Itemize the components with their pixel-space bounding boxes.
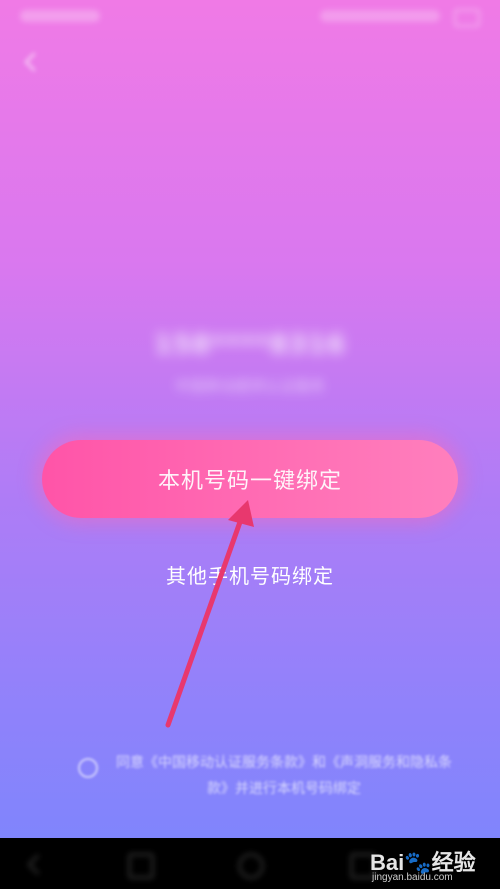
baidu-jingyan-watermark: Bai🐾经验 jingyan.baidu.com [370, 845, 490, 885]
battery-icon [454, 9, 480, 27]
one-click-bind-label: 本机号码一键绑定 [157, 469, 342, 494]
auth-provider-text: 中国移动提供认证服务 [174, 377, 325, 395]
nav-recent-icon[interactable] [128, 853, 154, 879]
other-number-bind-link[interactable]: 其他手机号码绑定 [0, 560, 500, 589]
one-click-bind-button[interactable]: 本机号码一键绑定 [42, 440, 458, 518]
status-bar [0, 0, 500, 34]
masked-phone-number: 158****8316 [153, 330, 347, 360]
nav-back-icon[interactable] [26, 853, 49, 876]
status-icons [320, 10, 440, 22]
agreement-text[interactable]: 同意《中国移动认证服务条款》和《声洞服务和隐私条款》并进行本机号码绑定 [114, 750, 454, 802]
nav-home-icon[interactable] [238, 853, 264, 879]
watermark-url: jingyan.baidu.com [372, 872, 453, 883]
status-carrier [20, 10, 100, 22]
back-icon[interactable] [18, 50, 42, 74]
agreement-checkbox[interactable] [78, 758, 98, 778]
